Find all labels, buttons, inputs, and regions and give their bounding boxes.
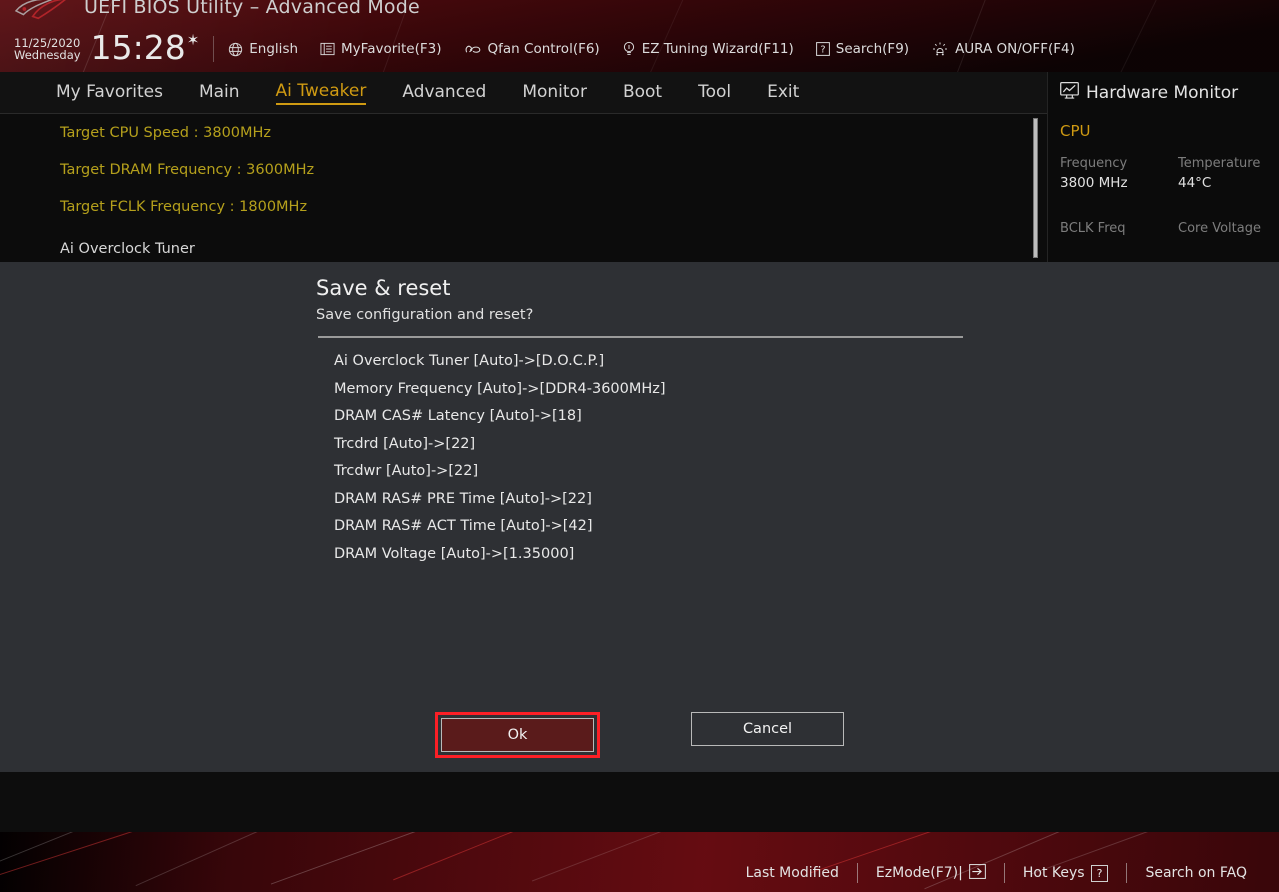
footer-ezmode[interactable]: EzMode(F7)| <box>858 863 1004 883</box>
target-cpu-speed: Target CPU Speed : 3800MHz <box>60 125 272 141</box>
tab-my-favorites[interactable]: My Favorites <box>56 82 163 104</box>
page-title: UEFI BIOS Utility – Advanced Mode <box>84 0 420 18</box>
below-dialog-area <box>0 772 1279 832</box>
hw-value-temperature: 44°C <box>1178 175 1212 191</box>
list-item: DRAM CAS# Latency [Auto]->[18] <box>334 408 582 424</box>
question-key-icon: ? <box>1090 864 1109 882</box>
header-item-aura[interactable]: AURA ON/OFF(F4) <box>931 41 1075 57</box>
header-item-label: Qfan Control(F6) <box>487 41 600 57</box>
header-item-label: MyFavorite(F3) <box>341 41 442 57</box>
tab-main[interactable]: Main <box>199 82 240 104</box>
list-item: DRAM RAS# PRE Time [Auto]->[22] <box>334 490 592 507</box>
list-item: Trcdwr [Auto]->[22] <box>334 463 479 479</box>
header-divider <box>213 36 215 62</box>
weekday-text: Wednesday <box>14 48 81 62</box>
question-box-icon: ? <box>815 42 830 56</box>
cancel-button[interactable]: Cancel <box>691 712 844 746</box>
main-tab-bar: My Favorites Main Ai Tweaker Advanced Mo… <box>0 72 1047 114</box>
dialog-button-row: Ok Cancel <box>0 712 1279 758</box>
title-row: UEFI BIOS Utility – Advanced Mode <box>0 0 1279 26</box>
list-item: Trcdrd [Auto]->[22] <box>334 435 476 452</box>
tab-tool[interactable]: Tool <box>698 82 731 104</box>
bios-screen: UEFI BIOS Utility – Advanced Mode 11/25/… <box>0 0 1279 892</box>
arrow-right-box-icon <box>968 863 986 883</box>
datetime-block: 11/25/2020 Wednesday <box>14 37 81 61</box>
footer-last-modified[interactable]: Last Modified <box>728 865 857 881</box>
tab-monitor[interactable]: Monitor <box>522 82 587 104</box>
footer-search-faq-label: Search on FAQ <box>1145 865 1247 881</box>
footer-hotkeys[interactable]: Hot Keys ? <box>1005 864 1127 882</box>
header-item-search[interactable]: ? Search(F9) <box>815 41 910 57</box>
tab-ai-tweaker[interactable]: Ai Tweaker <box>275 81 367 105</box>
list-item: Ai Overclock Tuner [Auto]->[D.O.C.P.] <box>334 353 605 369</box>
footer-hotkeys-label: Hot Keys <box>1022 865 1085 881</box>
header-item-label: Search(F9) <box>835 41 910 57</box>
header-item-label: English <box>249 41 299 57</box>
ok-button[interactable]: Ok <box>441 718 594 752</box>
aura-light-icon <box>931 41 949 57</box>
hw-label-bclk-freq: BCLK Freq <box>1060 221 1126 236</box>
header-toolbar: 11/25/2020 Wednesday 15:28 ✶ English MyF… <box>0 26 1279 72</box>
hardware-monitor-title: Hardware Monitor <box>1060 82 1279 104</box>
hardware-monitor-section-cpu: CPU <box>1060 122 1091 140</box>
gear-icon[interactable]: ✶ <box>187 31 200 49</box>
header-item-english[interactable]: English <box>228 41 298 57</box>
dialog-changes-list: Ai Overclock Tuner [Auto]->[D.O.C.P.] Me… <box>334 348 1034 568</box>
list-item: DRAM RAS# ACT Time [Auto]->[42] <box>334 518 593 534</box>
bulb-icon <box>622 41 636 57</box>
target-fclk-frequency: Target FCLK Frequency : 1800MHz <box>60 199 308 215</box>
hw-label-core-voltage: Core Voltage <box>1178 221 1261 236</box>
dialog-title: Save & reset <box>316 276 451 300</box>
clock-text: 15:28 <box>90 27 186 67</box>
header-item-qfan[interactable]: Qfan Control(F6) <box>464 41 600 57</box>
list-item: DRAM Voltage [Auto]->[1.35000] <box>334 545 575 562</box>
footer-search-faq[interactable]: Search on FAQ <box>1127 865 1265 881</box>
rog-logo-icon <box>14 0 66 20</box>
hardware-monitor-title-text: Hardware Monitor <box>1086 83 1239 103</box>
tab-boot[interactable]: Boot <box>623 82 662 104</box>
setting-label-ai-overclock-tuner: Ai Overclock Tuner <box>60 241 195 257</box>
list-icon <box>320 42 335 56</box>
header-item-myfavorite[interactable]: MyFavorite(F3) <box>320 41 442 57</box>
globe-icon <box>228 42 243 57</box>
hw-row-spacer <box>1060 195 1279 217</box>
tab-exit[interactable]: Exit <box>767 82 799 104</box>
hw-label-frequency: Frequency <box>1060 156 1128 171</box>
dialog-divider <box>318 336 963 338</box>
svg-text:?: ? <box>820 44 825 55</box>
header-bar: UEFI BIOS Utility – Advanced Mode 11/25/… <box>0 0 1279 72</box>
dialog-subtitle: Save configuration and reset? <box>316 307 534 323</box>
content-scrollbar[interactable] <box>1033 118 1038 258</box>
header-item-ez-tuning[interactable]: EZ Tuning Wizard(F11) <box>622 41 794 57</box>
footer-bar: Last Modified EzMode(F7)| Hot Keys ? Sea… <box>0 832 1279 892</box>
save-reset-dialog: Save & reset Save configuration and rese… <box>0 262 1279 772</box>
tab-advanced[interactable]: Advanced <box>402 82 486 104</box>
header-item-label: EZ Tuning Wizard(F11) <box>641 41 794 57</box>
hw-value-frequency: 3800 MHz <box>1060 175 1128 191</box>
monitor-chart-icon <box>1060 82 1079 104</box>
ok-button-focus-ring: Ok <box>435 712 600 758</box>
hardware-monitor-readings: Frequency Temperature 3800 MHz 44°C BCLK… <box>1060 156 1279 236</box>
footer-ezmode-label: EzMode(F7)| <box>875 865 963 881</box>
target-dram-frequency: Target DRAM Frequency : 3600MHz <box>60 162 315 178</box>
list-item: Memory Frequency [Auto]->[DDR4-3600MHz] <box>334 380 666 397</box>
footer-actions: Last Modified EzMode(F7)| Hot Keys ? Sea… <box>728 854 1279 892</box>
hw-label-temperature: Temperature <box>1178 156 1261 171</box>
header-item-label: AURA ON/OFF(F4) <box>955 41 1075 57</box>
footer-last-modified-label: Last Modified <box>745 865 839 881</box>
fan-icon <box>464 42 482 57</box>
